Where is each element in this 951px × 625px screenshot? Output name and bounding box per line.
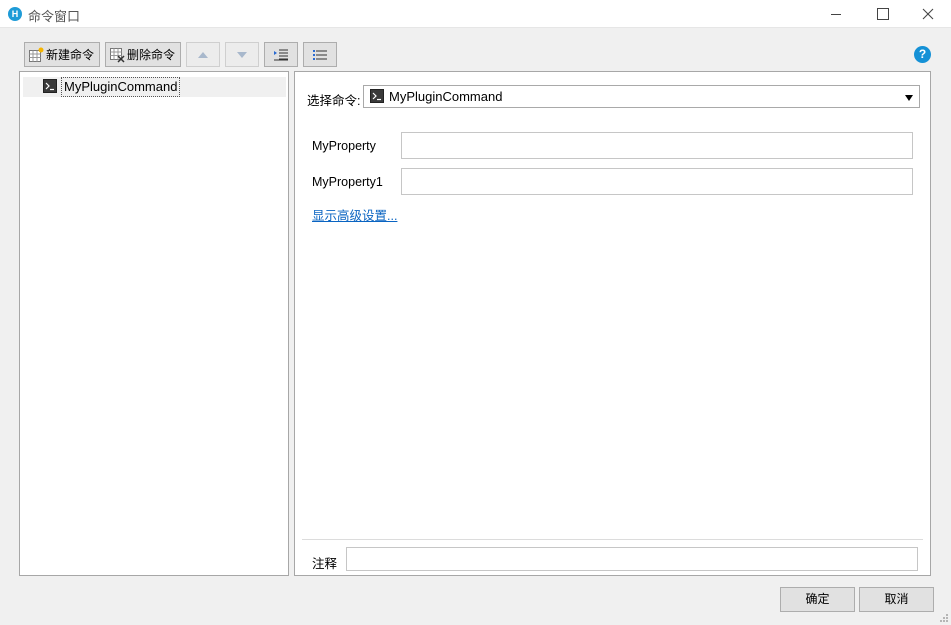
command-select[interactable]: MyPluginCommand [363, 85, 920, 108]
triangle-up-icon [198, 51, 208, 58]
my-property1-input[interactable] [401, 168, 913, 195]
comment-input[interactable] [346, 547, 918, 571]
delete-command-icon [110, 47, 125, 63]
command-settings-panel: 选择命令: MyPluginCommand MyProperty MyPrope… [294, 71, 931, 576]
delete-command-button[interactable]: 删除命令 [105, 42, 181, 67]
terminal-icon [370, 89, 384, 103]
indent-icon [274, 49, 288, 60]
indent-button[interactable] [264, 42, 298, 67]
list-icon [313, 49, 327, 60]
ok-button[interactable]: 确定 [780, 587, 855, 612]
tree-item[interactable]: MyPluginCommand [23, 77, 286, 97]
move-down-button[interactable] [225, 42, 259, 67]
cancel-button[interactable]: 取消 [859, 587, 934, 612]
resize-grip-icon[interactable] [939, 613, 949, 623]
window-title: 命令窗口 [28, 9, 81, 24]
maximize-button[interactable] [859, 0, 905, 28]
divider [302, 539, 923, 540]
title-bar: H 命令窗口 [0, 0, 951, 28]
my-property-label: MyProperty [312, 139, 376, 153]
new-command-button[interactable]: 新建命令 [24, 42, 100, 67]
triangle-down-icon [237, 51, 247, 58]
help-icon[interactable]: ? [914, 46, 931, 63]
move-up-button[interactable] [186, 42, 220, 67]
close-button[interactable] [905, 0, 951, 28]
outdent-button[interactable] [303, 42, 337, 67]
tree-item-label: MyPluginCommand [61, 77, 181, 97]
new-command-label: 新建命令 [46, 48, 95, 62]
select-command-label: 选择命令: [307, 94, 361, 108]
dropdown-arrow-icon[interactable] [905, 95, 913, 101]
new-command-icon [29, 47, 44, 62]
terminal-icon [43, 79, 57, 93]
my-property1-label: MyProperty1 [312, 175, 383, 189]
my-property-input[interactable] [401, 132, 913, 159]
show-advanced-settings-link[interactable]: 显示高级设置... [312, 205, 397, 224]
delete-command-label: 删除命令 [127, 48, 176, 62]
comment-label: 注释 [312, 557, 338, 571]
app-logo-icon: H [8, 7, 22, 21]
close-icon [922, 8, 934, 20]
minimize-button[interactable] [813, 0, 859, 28]
command-select-value: MyPluginCommand [389, 89, 503, 104]
command-tree: MyPluginCommand [19, 71, 289, 576]
